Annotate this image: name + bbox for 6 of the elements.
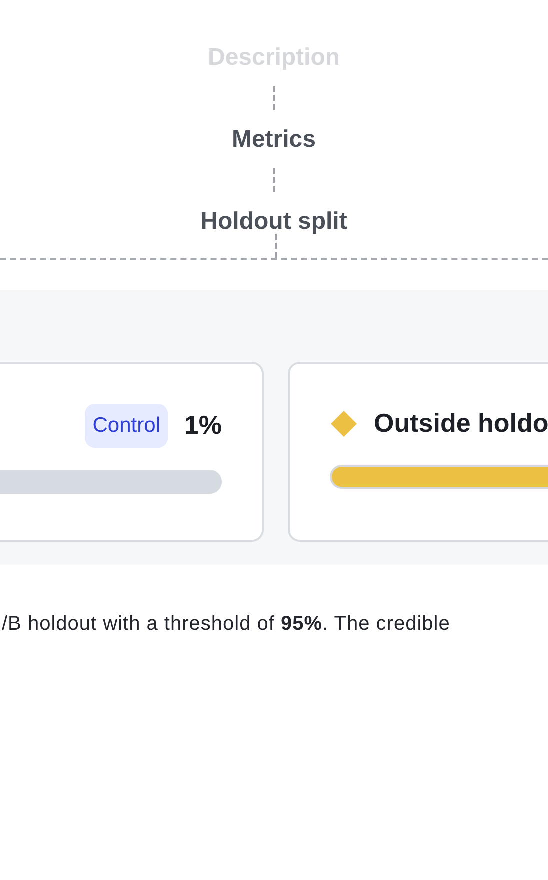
summary-text: /B holdout with a threshold of 95%. The credible [2, 612, 452, 637]
group-title: Outside holdo [374, 407, 548, 440]
group-badge: Control [84, 404, 168, 448]
step-label[interactable]: Metrics [232, 128, 316, 152]
step-label[interactable]: Holdout split [200, 210, 348, 234]
percent-text: 1% [184, 409, 222, 442]
